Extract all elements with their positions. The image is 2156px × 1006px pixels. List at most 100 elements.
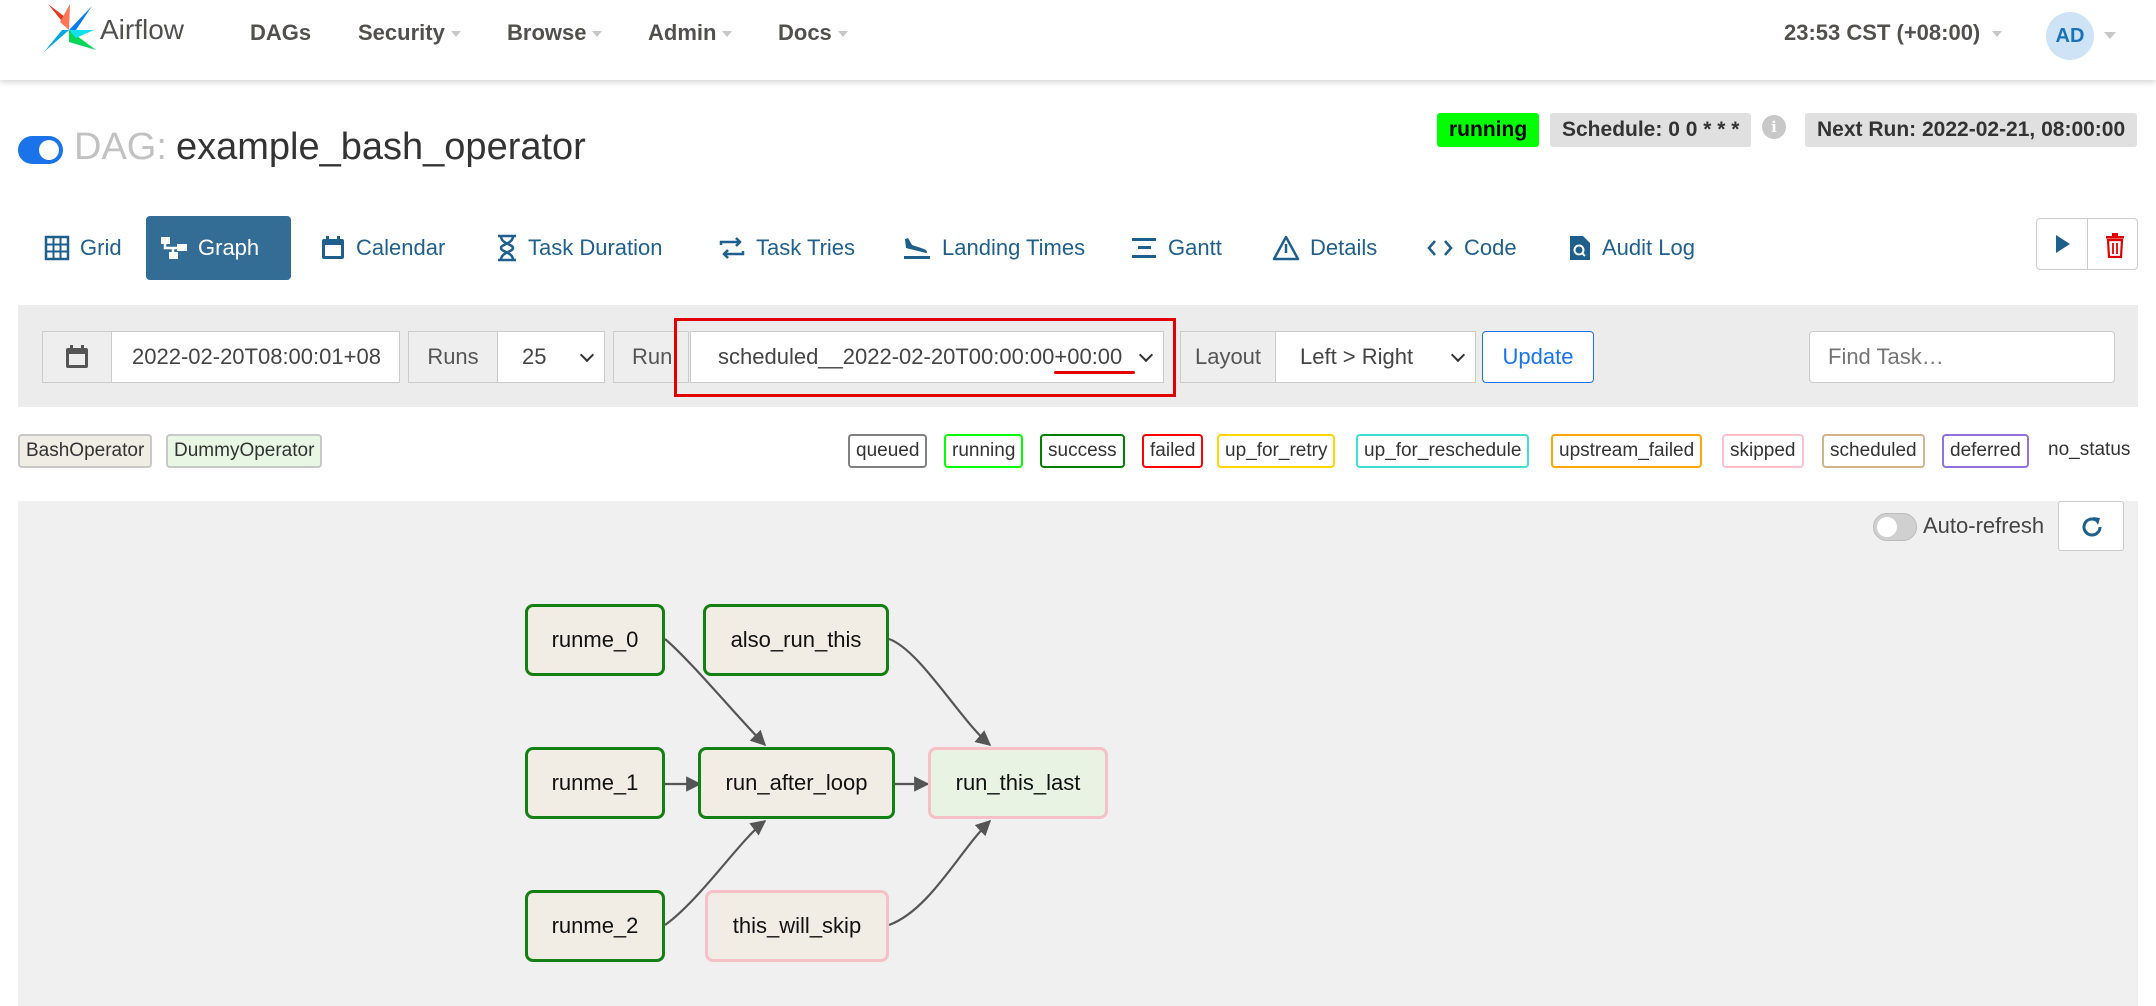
tab-grid-label: Grid <box>80 235 122 260</box>
nav-browse-label: Browse <box>507 20 587 45</box>
hourglass-icon <box>498 234 516 262</box>
calendar-icon <box>322 236 344 259</box>
update-button[interactable]: Update <box>1482 331 1594 383</box>
tab-calendar[interactable]: Calendar <box>306 216 459 280</box>
legend-state-queued[interactable]: queued <box>848 434 928 468</box>
tab-details-label: Details <box>1310 235 1378 260</box>
code-icon <box>1427 240 1453 256</box>
user-avatar[interactable]: AD <box>2046 12 2094 60</box>
trash-icon[interactable] <box>2105 232 2125 258</box>
dag-state-badge: running <box>1437 113 1540 147</box>
layout-select[interactable]: Left > Right <box>1275 331 1476 383</box>
tab-task-duration-label: Task Duration <box>528 235 663 260</box>
schedule-badge: Schedule: 0 0 * * * <box>1550 113 1752 147</box>
tab-grid[interactable]: Grid <box>30 216 136 280</box>
task-node-this-will-skip[interactable]: this_will_skip <box>705 890 889 962</box>
nav-docs-label: Docs <box>778 20 832 45</box>
legend-state-skipped[interactable]: skipped <box>1722 434 1804 468</box>
legend-operator-dummy[interactable]: DummyOperator <box>166 434 323 468</box>
warning-triangle-icon <box>1272 235 1300 261</box>
grid-icon <box>44 235 70 261</box>
layout-label: Layout <box>1180 331 1276 383</box>
tab-code[interactable]: Code <box>1412 216 1531 280</box>
legend-state-running[interactable]: running <box>944 434 1024 468</box>
dag-pause-toggle[interactable] <box>18 136 63 164</box>
annotation-underline <box>1054 371 1135 374</box>
nav-dags[interactable]: DAGs <box>250 20 311 46</box>
legend-state-failed[interactable]: failed <box>1142 434 1204 468</box>
tab-gantt-label: Gantt <box>1168 235 1222 260</box>
tab-code-label: Code <box>1464 235 1517 260</box>
nav-security[interactable]: Security <box>358 20 461 46</box>
chevron-down-icon <box>579 347 595 363</box>
nav-browse[interactable]: Browse <box>507 20 603 46</box>
task-node-run-after-loop[interactable]: run_after_loop <box>698 747 895 819</box>
trigger-dag-icon[interactable] <box>2056 235 2070 253</box>
task-node-runme-2[interactable]: runme_2 <box>525 890 665 962</box>
chevron-down-icon <box>1992 31 2003 38</box>
chevron-down-icon[interactable] <box>2104 32 2116 39</box>
divider <box>2087 219 2088 269</box>
nav-admin-label: Admin <box>648 20 717 45</box>
dag-title: example_bash_operator <box>176 126 586 168</box>
calendar-icon <box>66 345 88 368</box>
plane-landing-icon <box>904 238 930 259</box>
runs-label: Runs <box>408 331 498 383</box>
tab-calendar-label: Calendar <box>356 235 446 260</box>
timezone-clock[interactable]: 23:53 CST (+08:00) <box>1784 20 2003 46</box>
file-search-icon <box>1570 236 1590 260</box>
chevron-down-icon <box>592 31 603 38</box>
refresh-icon <box>2082 517 2102 537</box>
info-icon[interactable]: i <box>1762 115 1786 139</box>
chevron-down-icon <box>450 31 461 38</box>
tab-task-tries[interactable]: Task Tries <box>704 216 869 280</box>
tab-audit-log[interactable]: Audit Log <box>1554 216 1709 280</box>
tab-details[interactable]: Details <box>1258 216 1391 280</box>
legend-state-no-status[interactable]: no_status <box>2048 439 2130 461</box>
tab-audit-log-label: Audit Log <box>1602 235 1695 260</box>
tab-graph[interactable]: Graph <box>146 216 291 280</box>
task-node-runme-1[interactable]: runme_1 <box>525 747 665 819</box>
legend-state-success[interactable]: success <box>1040 434 1125 468</box>
base-date-picker-button[interactable] <box>42 331 112 383</box>
base-date-input[interactable]: 2022-02-20T08:00:01+08 <box>111 331 400 383</box>
legend-operator-bash[interactable]: BashOperator <box>18 434 153 468</box>
airflow-logo[interactable] <box>40 2 98 58</box>
annotation-highlight-box <box>674 318 1176 397</box>
runs-select[interactable]: 25 <box>497 331 605 383</box>
dag-title-prefix: DAG: <box>74 126 167 168</box>
legend-state-up-for-reschedule[interactable]: up_for_reschedule <box>1356 434 1530 468</box>
find-task-input[interactable] <box>1809 331 2115 383</box>
repeat-icon <box>719 237 745 259</box>
chevron-down-icon <box>722 31 733 38</box>
tab-graph-label: Graph <box>198 235 260 260</box>
tab-landing-times[interactable]: Landing Times <box>888 216 1099 280</box>
top-navbar: Airflow DAGs Security Browse Admin Docs … <box>0 0 2156 80</box>
nav-docs[interactable]: Docs <box>778 20 848 46</box>
graph-icon <box>161 237 187 259</box>
layout-select-value: Left > Right <box>1300 344 1414 369</box>
gantt-icon <box>1132 238 1156 258</box>
auto-refresh-toggle[interactable] <box>1873 513 1917 541</box>
next-run-badge: Next Run: 2022-02-21, 08:00:00 <box>1805 113 2138 147</box>
nav-admin[interactable]: Admin <box>648 20 733 46</box>
tab-task-duration[interactable]: Task Duration <box>482 216 677 280</box>
task-node-run-this-last[interactable]: run_this_last <box>928 747 1108 819</box>
dag-actions <box>2036 218 2138 270</box>
task-node-also-run-this[interactable]: also_run_this <box>703 604 889 676</box>
legend-state-scheduled[interactable]: scheduled <box>1822 434 1925 468</box>
auto-refresh-label: Auto-refresh <box>1923 513 2045 538</box>
runs-select-value: 25 <box>522 344 547 369</box>
clock-label: 23:53 CST (+08:00) <box>1784 20 1981 45</box>
tab-landing-times-label: Landing Times <box>942 235 1086 260</box>
task-node-runme-0[interactable]: runme_0 <box>525 604 665 676</box>
chevron-down-icon <box>837 31 848 38</box>
legend-state-up-for-retry[interactable]: up_for_retry <box>1217 434 1336 468</box>
refresh-button[interactable] <box>2058 501 2124 551</box>
tab-gantt[interactable]: Gantt <box>1116 216 1236 280</box>
brand-name[interactable]: Airflow <box>100 14 184 46</box>
tab-task-tries-label: Task Tries <box>756 235 856 260</box>
legend-state-deferred[interactable]: deferred <box>1942 434 2029 468</box>
legend-state-upstream-failed[interactable]: upstream_failed <box>1551 434 1703 468</box>
chevron-down-icon <box>1450 347 1466 363</box>
